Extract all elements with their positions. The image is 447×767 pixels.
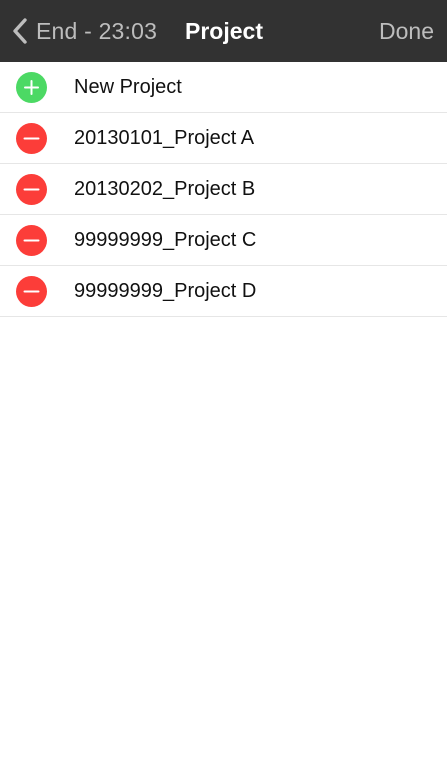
remove-circle-icon[interactable]	[16, 225, 47, 256]
project-row[interactable]: 99999999_Project C	[0, 215, 447, 266]
project-label: 99999999_Project D	[74, 280, 257, 302]
back-button[interactable]: End - 23:03	[10, 0, 157, 62]
back-button-label: End - 23:03	[36, 18, 158, 44]
new-project-label: New Project	[74, 76, 182, 98]
remove-circle-icon[interactable]	[16, 123, 47, 154]
navigation-bar: End - 23:03 Project Done	[0, 0, 447, 62]
remove-circle-icon[interactable]	[16, 276, 47, 307]
add-circle-icon[interactable]	[16, 72, 47, 103]
project-row[interactable]: 20130202_Project B	[0, 164, 447, 215]
page-title: Project	[185, 18, 263, 44]
project-row[interactable]: 99999999_Project D	[0, 266, 447, 317]
new-project-row[interactable]: New Project	[0, 62, 447, 113]
remove-circle-icon[interactable]	[16, 174, 47, 205]
chevron-left-icon	[10, 17, 30, 45]
project-row[interactable]: 20130101_Project A	[0, 113, 447, 164]
project-label: 99999999_Project C	[74, 229, 257, 251]
project-label: 20130101_Project A	[74, 127, 255, 149]
project-list: New Project 20130101_Project A 20130202_…	[0, 62, 447, 317]
project-label: 20130202_Project B	[74, 178, 256, 200]
done-button[interactable]: Done	[379, 0, 434, 62]
